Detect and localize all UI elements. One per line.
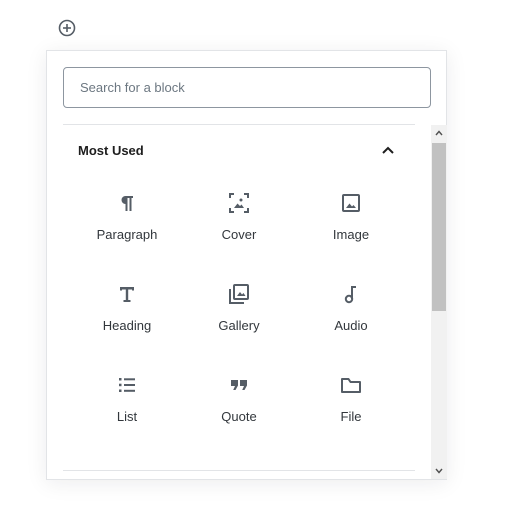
gallery-icon	[227, 282, 251, 306]
image-icon	[339, 191, 363, 215]
block-label: Cover	[221, 227, 257, 242]
block-label: Quote	[221, 409, 257, 424]
divider	[63, 470, 415, 471]
block-item-file[interactable]: File	[295, 363, 407, 454]
paragraph-icon	[115, 191, 139, 215]
block-item-quote[interactable]: Quote	[183, 363, 295, 454]
block-label: Audio	[334, 318, 368, 333]
block-list: Paragraph Cover Image Heading Gallery Au…	[71, 181, 407, 454]
block-item-gallery[interactable]: Gallery	[183, 272, 295, 363]
block-search-input[interactable]	[63, 67, 431, 108]
block-item-paragraph[interactable]: Paragraph	[71, 181, 183, 272]
panel-most-used-header[interactable]: Most Used	[63, 133, 415, 167]
panel-title: Most Used	[78, 142, 144, 158]
block-item-heading[interactable]: Heading	[71, 272, 183, 363]
scroll-down-arrow-icon[interactable]	[431, 463, 447, 479]
chevron-up-icon[interactable]	[379, 141, 397, 159]
divider	[63, 124, 415, 125]
scroll-up-arrow-icon[interactable]	[431, 125, 447, 141]
block-label: Gallery	[218, 318, 260, 333]
scrollbar-thumb[interactable]	[432, 143, 446, 311]
add-block-button[interactable]	[57, 18, 77, 38]
block-label: Image	[332, 227, 370, 242]
block-label: Paragraph	[96, 227, 158, 242]
file-icon	[339, 373, 363, 397]
block-inserter-popover: Most Used Paragraph	[46, 50, 447, 480]
block-label: List	[116, 409, 138, 424]
block-label: File	[340, 409, 362, 424]
block-item-list[interactable]: List	[71, 363, 183, 454]
cover-icon	[227, 191, 251, 215]
block-item-cover[interactable]: Cover	[183, 181, 295, 272]
audio-icon	[339, 282, 363, 306]
heading-icon	[115, 282, 139, 306]
list-icon	[115, 373, 139, 397]
block-item-image[interactable]: Image	[295, 181, 407, 272]
vertical-scrollbar[interactable]	[431, 125, 447, 479]
quote-icon	[227, 373, 251, 397]
block-item-audio[interactable]: Audio	[295, 272, 407, 363]
block-label: Heading	[102, 318, 152, 333]
plus-circle-icon	[58, 19, 76, 37]
